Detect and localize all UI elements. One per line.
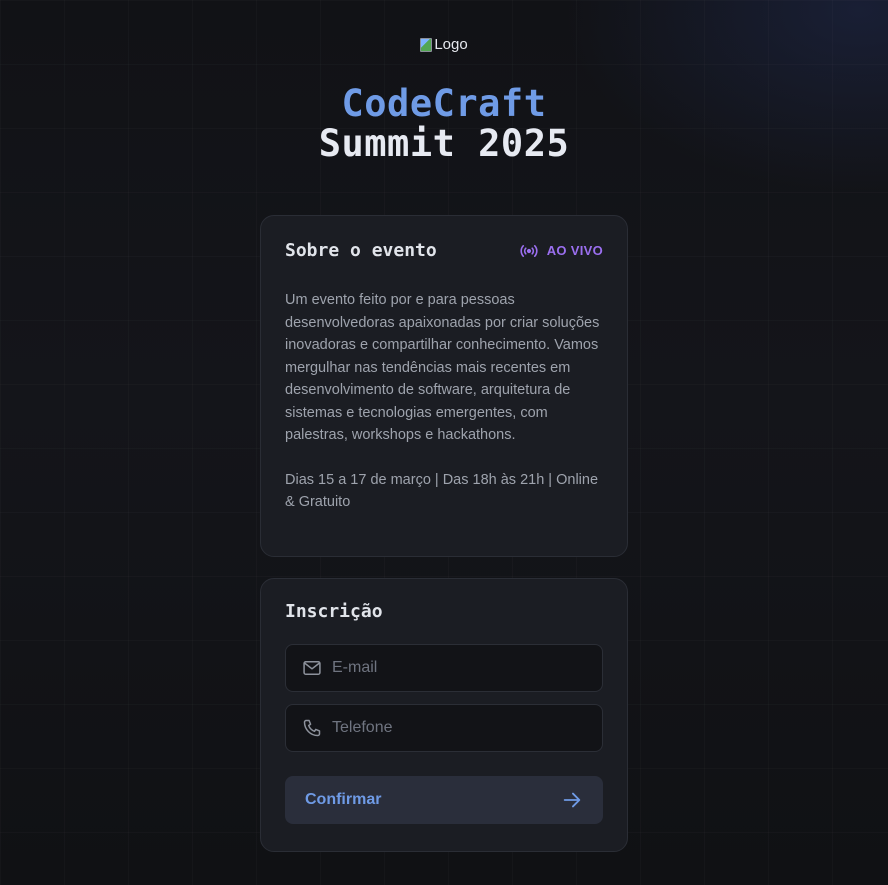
phone-input[interactable] (332, 719, 586, 737)
broadcast-icon (520, 244, 538, 257)
confirm-label: Confirmar (305, 791, 382, 808)
page: Logo CodeCraft Summit 2025 Sobre o event… (0, 0, 888, 885)
about-title: Sobre o evento (285, 240, 437, 261)
confirm-button[interactable]: Confirmar (285, 776, 603, 824)
signup-title: Inscrição (285, 601, 383, 622)
title-line-1: CodeCraft (341, 82, 547, 125)
email-input[interactable] (332, 659, 586, 677)
title-line-2: Summit 2025 (318, 122, 570, 165)
about-card-header: Sobre o evento AO VIVO (285, 240, 603, 261)
event-description: Um evento feito por e para pessoas desen… (285, 292, 600, 443)
logo-alt-text: Logo (434, 36, 468, 53)
page-title: CodeCraft Summit 2025 (0, 84, 888, 164)
phone-icon (303, 719, 321, 737)
live-badge: AO VIVO (519, 243, 603, 259)
signup-card: Inscrição Confirmar (260, 578, 628, 852)
phone-field[interactable] (285, 704, 603, 752)
event-dates: Dias 15 a 17 de março | Das 18h às 21h |… (285, 471, 599, 511)
email-field[interactable] (285, 644, 603, 692)
about-card: Sobre o evento AO VIVO Um evento feito p… (260, 215, 628, 557)
broken-image-icon (420, 37, 433, 52)
logo: Logo (0, 36, 888, 53)
live-label: AO VIVO (546, 243, 603, 258)
mail-icon (303, 661, 321, 675)
arrow-right-icon (563, 792, 581, 808)
